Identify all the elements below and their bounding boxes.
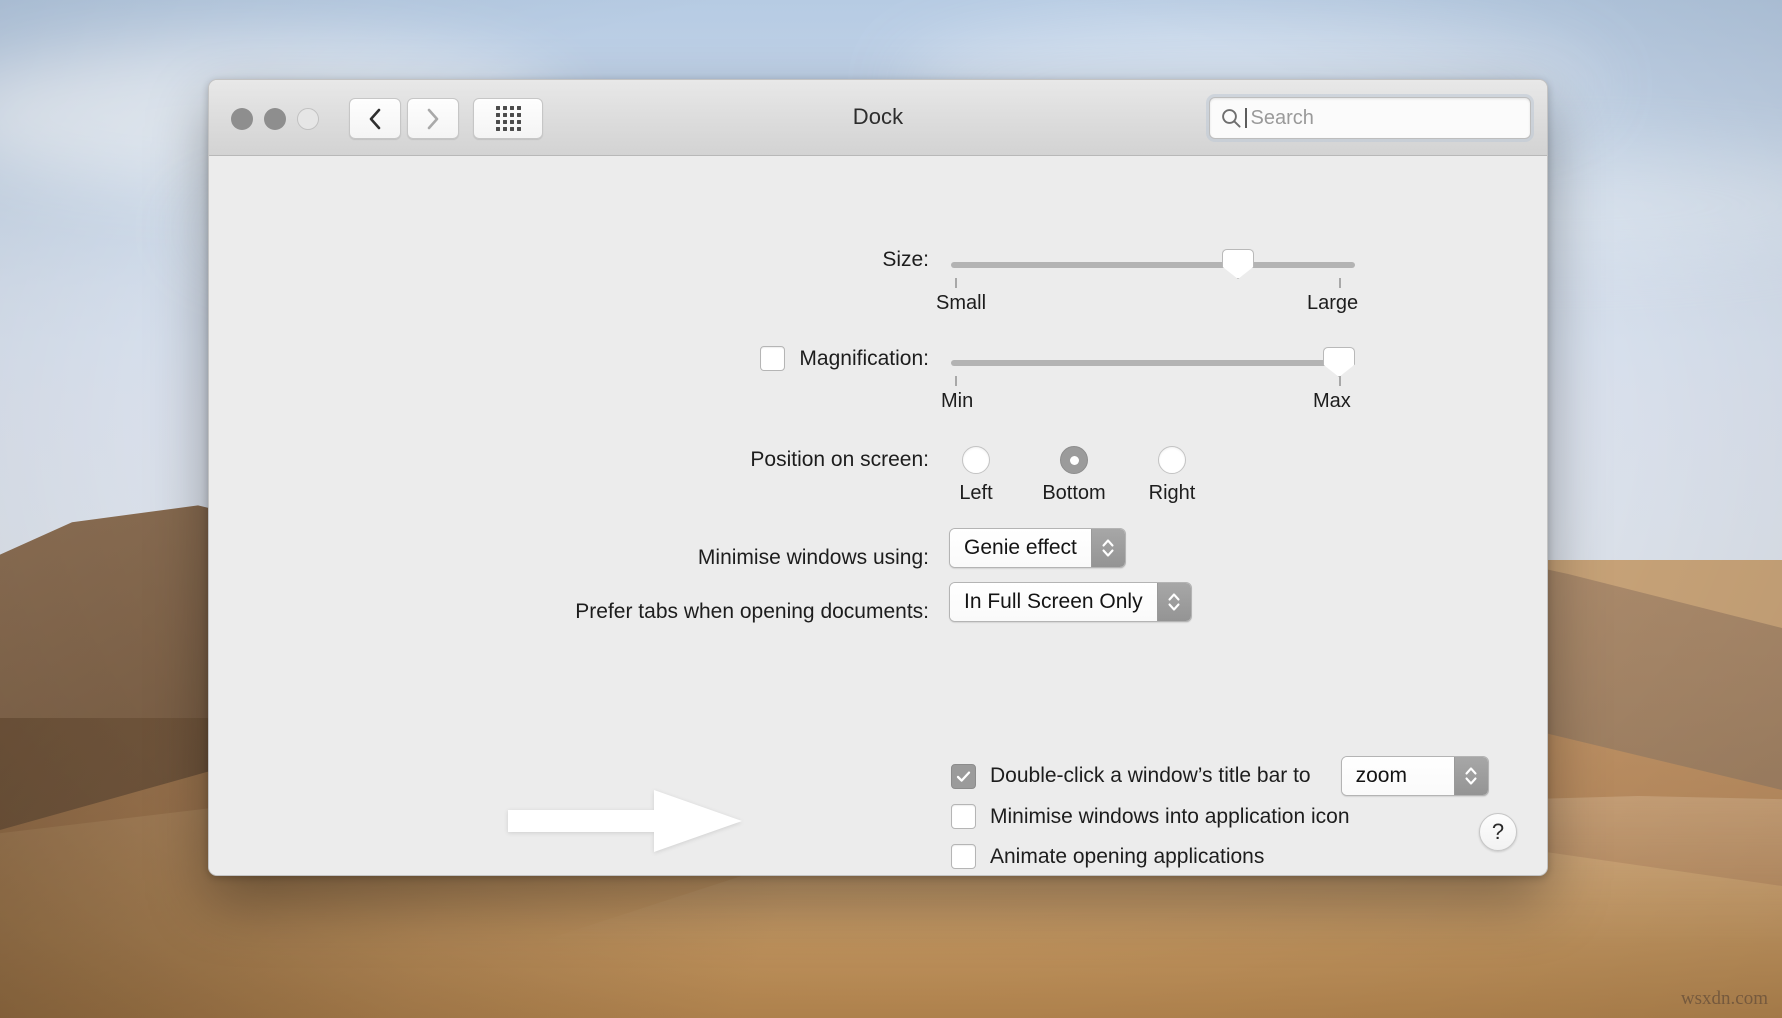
position-label-wrap: Position on screen:: [209, 448, 929, 472]
position-on-screen-label: Position on screen:: [750, 448, 929, 471]
radio-right-label: Right: [1148, 482, 1196, 504]
magnification-label: Magnification:: [799, 346, 929, 370]
window-titlebar[interactable]: Dock Search: [209, 80, 1547, 156]
magnification-checkbox[interactable]: [760, 346, 786, 371]
size-tick-min: [955, 278, 957, 288]
magnification-slider[interactable]: [951, 347, 1355, 377]
search-placeholder: Search: [1250, 106, 1314, 129]
radio-right[interactable]: [1158, 446, 1186, 474]
position-option-right[interactable]: Right: [1147, 446, 1197, 505]
dock-preferences-pane: Size: Small Large Magnification: Min Max…: [209, 156, 1547, 875]
radio-left-label: Left: [959, 482, 993, 504]
animate-opening-applications-checkbox[interactable]: [951, 844, 976, 869]
magnification-label-wrap: Magnification:: [209, 346, 929, 371]
magnification-tick-max: [1339, 376, 1341, 386]
search-text-caret: [1245, 108, 1247, 128]
double-click-label: Double-click a window’s title bar to: [990, 764, 1311, 787]
search-field[interactable]: Search: [1209, 97, 1531, 139]
system-preferences-window: Dock Search Size: Small Large Magnificat…: [208, 79, 1548, 876]
size-max-label: Large: [1307, 292, 1359, 314]
slider-thumb[interactable]: [1323, 347, 1355, 377]
watermark: wsxdn.com: [1680, 988, 1768, 1009]
double-click-row[interactable]: Double-click a window’s title bar to zoo…: [951, 756, 1489, 796]
radio-bottom[interactable]: [1060, 446, 1088, 474]
minimise-effect-label: Minimise windows using:: [697, 546, 929, 569]
chevron-updown-icon[interactable]: [1090, 529, 1125, 567]
prefer-tabs-value: In Full Screen Only: [950, 583, 1157, 621]
prefer-tabs-label-wrap: Prefer tabs when opening documents:: [209, 600, 929, 624]
checkbox-label: Animate opening applications: [990, 844, 1265, 868]
prefer-tabs-select[interactable]: In Full Screen Only: [949, 582, 1192, 622]
radio-left[interactable]: [962, 446, 990, 474]
minimise-effect-select[interactable]: Genie effect: [949, 528, 1126, 568]
position-option-bottom[interactable]: Bottom: [1042, 446, 1106, 505]
double-click-checkbox[interactable]: [951, 763, 976, 789]
magnification-max-label: Max: [1313, 390, 1351, 412]
slider-track: [951, 262, 1355, 268]
radio-bottom-label: Bottom: [1042, 482, 1106, 504]
size-label-wrap: Size:: [209, 248, 929, 272]
annotation-arrow: [508, 790, 742, 852]
slider-track: [951, 360, 1355, 366]
checkbox-row[interactable]: Animate opening applications: [951, 844, 1264, 869]
chevron-updown-icon[interactable]: [1453, 757, 1488, 795]
size-label: Size:: [882, 248, 929, 271]
magnification-tick-min: [955, 376, 957, 386]
magnification-min-label: Min: [941, 390, 974, 412]
checkbox-label: Minimise windows into application icon: [990, 804, 1350, 828]
position-option-left[interactable]: Left: [951, 446, 1001, 505]
size-min-label: Small: [936, 292, 987, 314]
dock-size-slider[interactable]: [951, 249, 1355, 279]
double-click-action-value: zoom: [1341, 757, 1454, 795]
checkbox-row[interactable]: Minimise windows into application icon: [951, 804, 1350, 829]
slider-thumb[interactable]: [1222, 249, 1254, 279]
help-button-label: ?: [1491, 819, 1505, 844]
prefer-tabs-label: Prefer tabs when opening documents:: [575, 600, 929, 623]
double-click-action-select[interactable]: zoom: [1340, 756, 1489, 796]
position-radio-group: Left Bottom Right: [951, 446, 1197, 505]
help-button[interactable]: ?: [1479, 813, 1517, 851]
size-tick-max: [1339, 278, 1341, 288]
chevron-updown-icon[interactable]: [1156, 583, 1191, 621]
search-icon: [1220, 107, 1242, 129]
minimise-into-icon-checkbox[interactable]: [951, 804, 976, 829]
minimise-effect-label-wrap: Minimise windows using:: [209, 546, 929, 570]
minimise-effect-value: Genie effect: [950, 529, 1091, 567]
